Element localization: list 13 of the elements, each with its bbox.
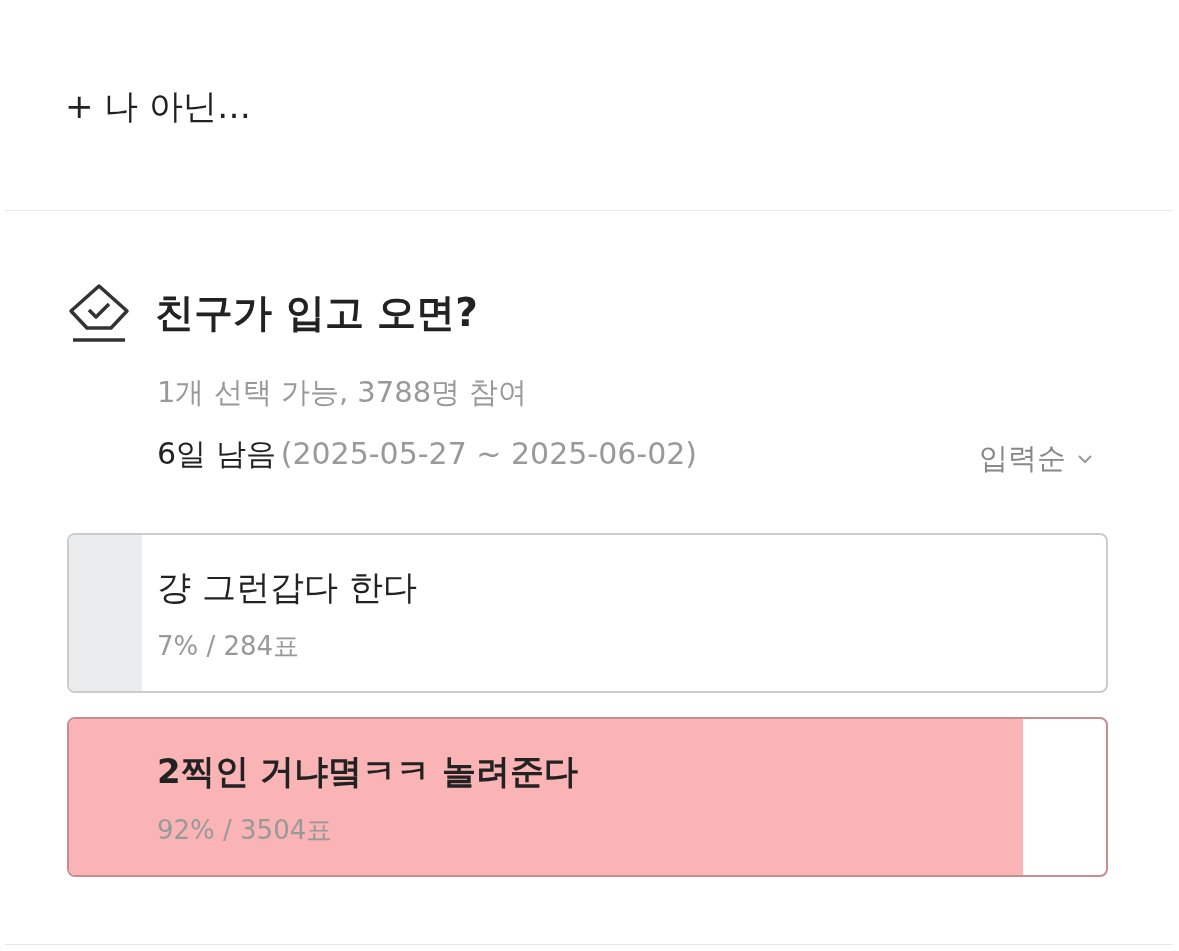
option-label: 2찍인 거냐몈ㅋㅋ 놀려준다 — [157, 750, 579, 793]
sort-dropdown[interactable]: 입력순 — [979, 439, 1094, 479]
vote-result: 7% / 284표 — [157, 630, 300, 663]
option-label: 걍 그런갑다 한다 — [157, 566, 417, 609]
add-option-button[interactable]: + 나 아닌… — [65, 84, 252, 130]
poll-option[interactable]: 2찍인 거냐몈ㅋㅋ 놀려준다 92% / 3504표 — [67, 717, 1108, 877]
vote-result: 92% / 3504표 — [157, 814, 333, 847]
chevron-down-icon — [1076, 453, 1094, 465]
remaining-days: 6일 남음 — [157, 435, 276, 471]
poll-info: 1개 선택 가능, 3788명 참여 — [157, 374, 529, 411]
poll-period: (2025-05-27 ~ 2025-06-02) — [280, 435, 698, 471]
poll-option[interactable]: 걍 그런갑다 한다 7% / 284표 — [67, 533, 1108, 693]
poll-title: 친구가 입고 오면? — [155, 289, 478, 337]
